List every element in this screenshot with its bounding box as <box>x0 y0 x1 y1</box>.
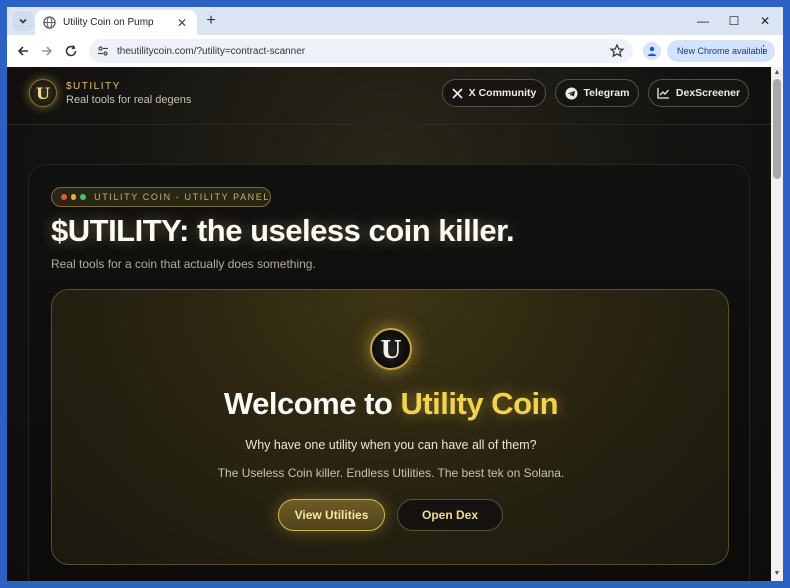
dexscreener-label: DexScreener <box>675 87 741 99</box>
open-dex-button[interactable]: Open Dex <box>397 499 503 531</box>
x-logo-icon <box>452 87 463 99</box>
scroll-down-arrow[interactable]: ▼ <box>773 570 781 577</box>
person-icon <box>647 46 657 56</box>
dexscreener-button[interactable]: DexScreener <box>648 79 749 107</box>
coin-logo-letter: U <box>380 334 402 364</box>
panel-label-pill: UTILITY COIN - UTILITY PANEL <box>51 187 271 207</box>
scroll-thumb[interactable] <box>773 79 781 179</box>
bookmark-star-icon[interactable] <box>609 43 625 59</box>
back-button[interactable] <box>13 41 33 61</box>
scroll-up-arrow[interactable]: ▲ <box>773 69 781 76</box>
url-text: theutilitycoin.com/?utility=contract-sca… <box>117 45 306 57</box>
pill-label: UTILITY COIN - UTILITY PANEL <box>94 192 270 202</box>
close-window-button[interactable]: ✕ <box>750 12 780 30</box>
status-dot-green <box>80 194 87 200</box>
telegram-button[interactable]: Telegram <box>555 79 639 107</box>
tab-active[interactable]: Utility Coin on Pump ✕ <box>35 10 197 35</box>
arrow-right-icon <box>42 46 53 56</box>
page-scrollbar[interactable]: ▲ ▼ <box>771 67 783 581</box>
view-utilities-button[interactable]: View Utilities <box>278 499 385 531</box>
coin-logo: U <box>370 328 412 370</box>
chrome-update-button[interactable]: New Chrome available ⋮ <box>667 40 775 62</box>
reload-button[interactable] <box>61 41 81 61</box>
minimize-button[interactable]: — <box>688 12 718 30</box>
status-dot-red <box>61 194 67 200</box>
panel-subtitle: Real tools for a coin that actually does… <box>51 257 316 271</box>
forward-button[interactable] <box>37 41 57 61</box>
panel-title: $UTILITY: the useless coin killer. <box>51 213 515 248</box>
telegram-label: Telegram <box>583 87 630 99</box>
brand-tagline: Real tools for real degens <box>66 94 192 106</box>
arrow-left-icon <box>17 46 28 56</box>
maximize-button[interactable]: ☐ <box>719 12 749 30</box>
update-chip-label: New Chrome available <box>677 46 768 56</box>
site-logo[interactable]: U <box>29 79 57 107</box>
site-info-icon[interactable] <box>97 45 109 57</box>
globe-icon <box>43 16 56 29</box>
profile-button[interactable] <box>643 42 661 60</box>
chart-line-icon <box>657 88 669 99</box>
browser-toolbar: theutilitycoin.com/?utility=contract-sca… <box>7 35 783 67</box>
tab-title: Utility Coin on Pump <box>63 17 154 28</box>
x-community-label: X Community <box>468 87 537 99</box>
welcome-description: The Useless Coin killer. Endless Utiliti… <box>217 466 565 480</box>
brand-name: $UTILITY <box>66 81 121 92</box>
welcome-prefix: Welcome to <box>223 386 401 421</box>
welcome-heading: Welcome to Utility Coin <box>52 386 730 422</box>
status-dot-yellow <box>70 194 77 200</box>
welcome-card: U Welcome to Utility Coin Why have one u… <box>51 289 729 565</box>
welcome-tagline: Why have one utility when you can have a… <box>245 438 537 452</box>
telegram-icon <box>565 87 578 99</box>
new-tab-button[interactable]: + <box>201 11 221 31</box>
site-header: U $UTILITY Real tools for real degens X … <box>7 67 771 125</box>
page-content: U $UTILITY Real tools for real degens X … <box>7 67 771 581</box>
tab-strip: Utility Coin on Pump ✕ + — ☐ ✕ <box>7 7 783 35</box>
utility-panel: UTILITY COIN - UTILITY PANEL $UTILITY: t… <box>28 164 750 581</box>
welcome-accent: Utility Coin <box>400 386 559 421</box>
browser-window: Utility Coin on Pump ✕ + — ☐ ✕ theutilit… <box>7 7 783 581</box>
chevron-down-icon <box>19 18 27 24</box>
reload-icon <box>65 45 77 57</box>
address-bar[interactable]: theutilitycoin.com/?utility=contract-sca… <box>89 39 633 63</box>
tab-search-button[interactable] <box>13 11 33 31</box>
more-menu-icon[interactable]: ⋮ <box>758 43 769 56</box>
close-tab-icon[interactable]: ✕ <box>175 16 189 30</box>
x-community-button[interactable]: X Community <box>442 79 546 107</box>
logo-letter: U <box>36 83 50 103</box>
